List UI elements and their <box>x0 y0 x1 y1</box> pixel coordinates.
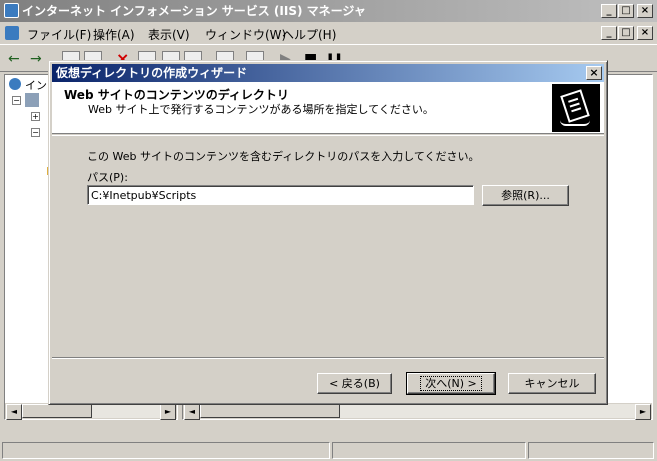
tree-scroll-right-icon[interactable]: ► <box>160 404 176 420</box>
content-scroll-thumb[interactable] <box>200 404 340 418</box>
menu-action[interactable]: 操作(A) <box>93 26 135 43</box>
mdi-minimize-button[interactable]: _ <box>601 26 617 40</box>
back-arrow-icon[interactable]: ← <box>8 51 20 67</box>
header-separator <box>52 135 604 136</box>
main-window-titlebar: インターネット インフォメーション サービス (IIS) マネージャ _ □ × <box>0 0 657 22</box>
cancel-button[interactable]: キャンセル <box>508 373 596 394</box>
menu-view[interactable]: 表示(V) <box>148 26 190 43</box>
content-hscrollbar[interactable]: ◄ ► <box>183 403 652 420</box>
status-bar <box>0 440 657 461</box>
iis-app-icon <box>4 3 19 18</box>
dialog-close-button[interactable]: × <box>586 66 602 80</box>
tree-scroll-thumb[interactable] <box>22 404 92 418</box>
tree-root-label[interactable]: イン <box>25 77 47 93</box>
status-cell-3 <box>528 442 654 459</box>
minimize-button[interactable]: _ <box>601 4 617 18</box>
maximize-button[interactable]: □ <box>618 4 634 18</box>
path-input[interactable] <box>87 185 474 205</box>
next-button[interactable]: 次へ(N) > <box>406 372 496 395</box>
menu-file[interactable]: ファイル(F) <box>27 26 91 43</box>
wizard-header: Web サイトのコンテンツのディレクトリ Web サイト上で発行するコンテンツが… <box>52 82 604 134</box>
tree-scroll-left-icon[interactable]: ◄ <box>6 404 22 420</box>
menu-window[interactable]: ウィンドウ(W) <box>205 26 286 43</box>
wave-shape <box>560 120 590 126</box>
menu-help[interactable]: ヘルプ(H) <box>282 26 336 43</box>
dialog-title: 仮想ディレクトリの作成ウィザード <box>56 66 248 80</box>
wizard-header-subtitle: Web サイト上で発行するコンテンツがある場所を指定してください。 <box>88 103 434 116</box>
virtual-directory-wizard-dialog: 仮想ディレクトリの作成ウィザード × Web サイトのコンテンツのディレクトリ … <box>48 60 608 405</box>
content-scroll-left-icon[interactable]: ◄ <box>184 404 200 420</box>
instruction-text: この Web サイトのコンテンツを含むディレクトリのパスを入力してください。 <box>87 150 480 163</box>
tree-expand-server[interactable]: − <box>12 96 21 105</box>
footer-separator <box>52 357 604 359</box>
server-icon <box>25 93 39 107</box>
status-cell-1 <box>2 442 330 459</box>
dialog-titlebar: 仮想ディレクトリの作成ウィザード × <box>52 64 604 82</box>
browse-button[interactable]: 参照(R)... <box>482 185 569 206</box>
next-button-label: 次へ(N) > <box>420 376 482 391</box>
tree-hscrollbar[interactable]: ◄ ► <box>5 403 177 420</box>
content-scroll-right-icon[interactable]: ► <box>635 404 651 420</box>
iis-tree-icon <box>9 78 21 90</box>
book-shape <box>560 89 590 123</box>
close-button[interactable]: × <box>637 4 653 18</box>
path-label: パス(P): <box>87 171 128 184</box>
menu-bar: ファイル(F) 操作(A) 表示(V) ウィンドウ(W) ヘルプ(H) _ □ … <box>0 22 657 44</box>
wizard-book-icon <box>552 84 600 132</box>
mdi-restore-button[interactable]: □ <box>618 26 634 40</box>
forward-arrow-icon[interactable]: → <box>30 51 42 67</box>
tree-expand-node-2[interactable]: − <box>31 128 40 137</box>
mmc-icon <box>5 26 19 40</box>
mdi-close-button[interactable]: × <box>637 26 653 40</box>
status-cell-2 <box>332 442 526 459</box>
back-button[interactable]: < 戻る(B) <box>317 373 392 394</box>
main-window-title: インターネット インフォメーション サービス (IIS) マネージャ <box>22 4 366 18</box>
tree-expand-node-1[interactable]: + <box>31 112 40 121</box>
